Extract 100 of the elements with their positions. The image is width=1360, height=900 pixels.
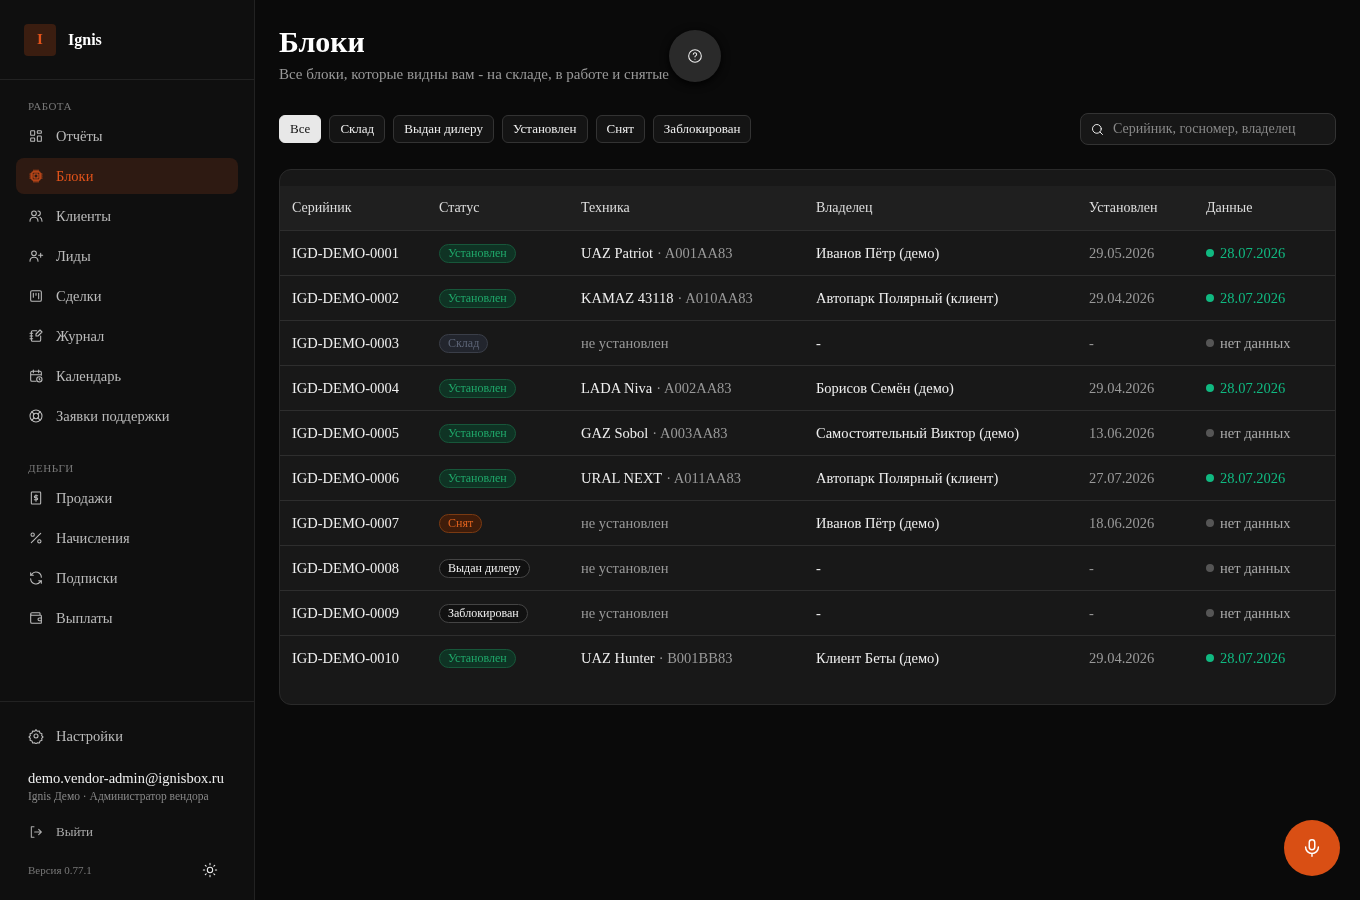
search-field[interactable]: Серийник, госномер, владелец [1080, 113, 1336, 145]
app-name: Ignis [68, 30, 102, 49]
filter-chip[interactable]: Склад [329, 115, 386, 143]
help-icon [686, 48, 703, 64]
nav-item[interactable]: Журнал [16, 318, 238, 354]
filter-chip[interactable]: Все [279, 115, 322, 143]
user-role: Ignis Демо · Администратор вендора [28, 790, 210, 802]
nav-item[interactable]: Сделки [16, 278, 238, 314]
board-icon [28, 288, 44, 304]
status-badge: Склад [439, 333, 489, 353]
table-cell: 29.05.2026 [1089, 231, 1206, 276]
notebook-icon [28, 328, 44, 344]
calendar-clock-icon [28, 368, 44, 384]
column-header: Серийник [280, 186, 439, 231]
status-badge: Установлен [439, 423, 516, 443]
receipt-dollar-icon [28, 490, 44, 506]
nav-item[interactable]: Лиды [16, 238, 238, 274]
status-badge: Установлен [439, 378, 516, 398]
table-cell: LADA Niva · A002AA83 [581, 366, 816, 411]
column-header: Владелец [816, 186, 1089, 231]
table-cell: KAMAZ 43118 · A010AA83 [581, 276, 816, 321]
data-date: нет данных [1220, 424, 1291, 442]
table-cell-text: IGD-DEMO-0010 [291, 648, 401, 668]
data-date: 28.07.2026 [1220, 469, 1286, 487]
settings-icon [28, 728, 44, 744]
table-cell-text: 29.04.2026 [1089, 648, 1156, 668]
chip-icon [28, 168, 44, 184]
data-date: 28.07.2026 [1220, 244, 1286, 262]
filter-chip[interactable]: Снят [595, 115, 645, 143]
table-cell: IGD-DEMO-0005 [280, 411, 439, 456]
filter-chip[interactable]: Заблокирован [652, 115, 752, 143]
page-title: Блоки [279, 24, 366, 60]
filter-chip[interactable]: Установлен [501, 115, 588, 143]
logout-icon [28, 824, 44, 840]
table-cell: Борисов Семён (демо) [816, 366, 1089, 411]
table-cell: IGD-DEMO-0004 [280, 366, 439, 411]
table-cell: Иванов Пётр (демо) [816, 501, 1089, 546]
table-cell: - [816, 321, 1089, 366]
table-cell: Автопарк Полярный (клиент) [816, 456, 1089, 501]
status-badge: Снят [439, 513, 483, 533]
table-cell: URAL NEXT · A011AA83 [581, 456, 816, 501]
settings-link[interactable]: Настройки [28, 718, 226, 754]
nav-item[interactable]: Календарь [16, 358, 238, 394]
refresh-icon [28, 570, 44, 586]
nav-item[interactable]: Заявки поддержки [16, 398, 238, 434]
table-cell: - [1089, 321, 1206, 366]
column-header: Данные [1206, 186, 1335, 231]
section-label: РАБОТА [27, 99, 73, 114]
nav-item[interactable]: Начисления [16, 520, 238, 556]
table-cell: IGD-DEMO-0006 [280, 456, 439, 501]
table-cell: 29.04.2026 [1089, 366, 1206, 411]
table-cell: Иванов Пётр (демо) [816, 231, 1089, 276]
table-cell-text: Клиент Беты (демо) [816, 648, 941, 668]
table-cell: не установлен [581, 321, 816, 366]
status-badge: Заблокирован [439, 603, 528, 623]
data-date: 28.07.2026 [1220, 649, 1286, 667]
users-icon [28, 208, 44, 224]
nav-item[interactable]: Отчёты [16, 118, 238, 154]
table-cell: 13.06.2026 [1089, 411, 1206, 456]
table-cell: 18.06.2026 [1089, 501, 1206, 546]
nav-item[interactable]: Клиенты [16, 198, 238, 234]
table-cell: не установлен [581, 591, 816, 636]
nav-item[interactable]: Подписки [16, 560, 238, 596]
filter-chip[interactable]: Выдан дилеру [393, 115, 494, 143]
data-date: 28.07.2026 [1220, 289, 1286, 307]
nav-item[interactable]: Продажи [16, 480, 238, 516]
table-cell: - [816, 591, 1089, 636]
logout-link[interactable]: Выйти [28, 824, 226, 840]
data-date: 28.07.2026 [1220, 379, 1286, 397]
column-header: Установлен [1089, 186, 1206, 231]
table-cell: IGD-DEMO-0007 [280, 501, 439, 546]
data-date: нет данных [1220, 334, 1291, 352]
nav-item[interactable]: Блоки [16, 158, 238, 194]
data-date: нет данных [1220, 514, 1291, 532]
table-cell: GAZ Sobol · A003AA83 [581, 411, 816, 456]
data-date: нет данных [1220, 559, 1291, 577]
table-cell: Автопарк Полярный (клиент) [816, 276, 1089, 321]
status-badge: Установлен [439, 288, 516, 308]
user-plus-icon [28, 248, 44, 264]
status-badge: Установлен [439, 243, 516, 263]
column-header: Техника [581, 186, 816, 231]
table-cell: IGD-DEMO-0009 [280, 591, 439, 636]
version-label: Версия 0.77.1 [28, 864, 92, 876]
microphone-button[interactable] [1284, 820, 1340, 876]
nav-item[interactable]: Выплаты [16, 600, 238, 636]
table-cell: - [816, 546, 1089, 591]
logo-badge: I [24, 23, 56, 56]
table-cell: IGD-DEMO-0003 [280, 321, 439, 366]
lifebuoy-icon [28, 408, 44, 424]
table-cell: Самостоятельный Виктор (демо) [816, 411, 1089, 456]
column-header: Статус [439, 186, 581, 231]
table-cell: IGD-DEMO-0001 [280, 231, 439, 276]
sun-icon[interactable] [202, 862, 218, 878]
status-badge: Установлен [439, 648, 516, 668]
table-cell: IGD-DEMO-0002 [280, 276, 439, 321]
table-cell-text: UAZ Hunter · B001BB83 [581, 648, 734, 668]
page-subtitle: Все блоки, которые видны вам - на складе, в работе и снятые [279, 66, 669, 83]
table-cell: UAZ Patriot · A001AA83 [581, 231, 816, 276]
table-cell: - [1089, 591, 1206, 636]
section-label: ДЕНЬГИ [27, 461, 75, 476]
